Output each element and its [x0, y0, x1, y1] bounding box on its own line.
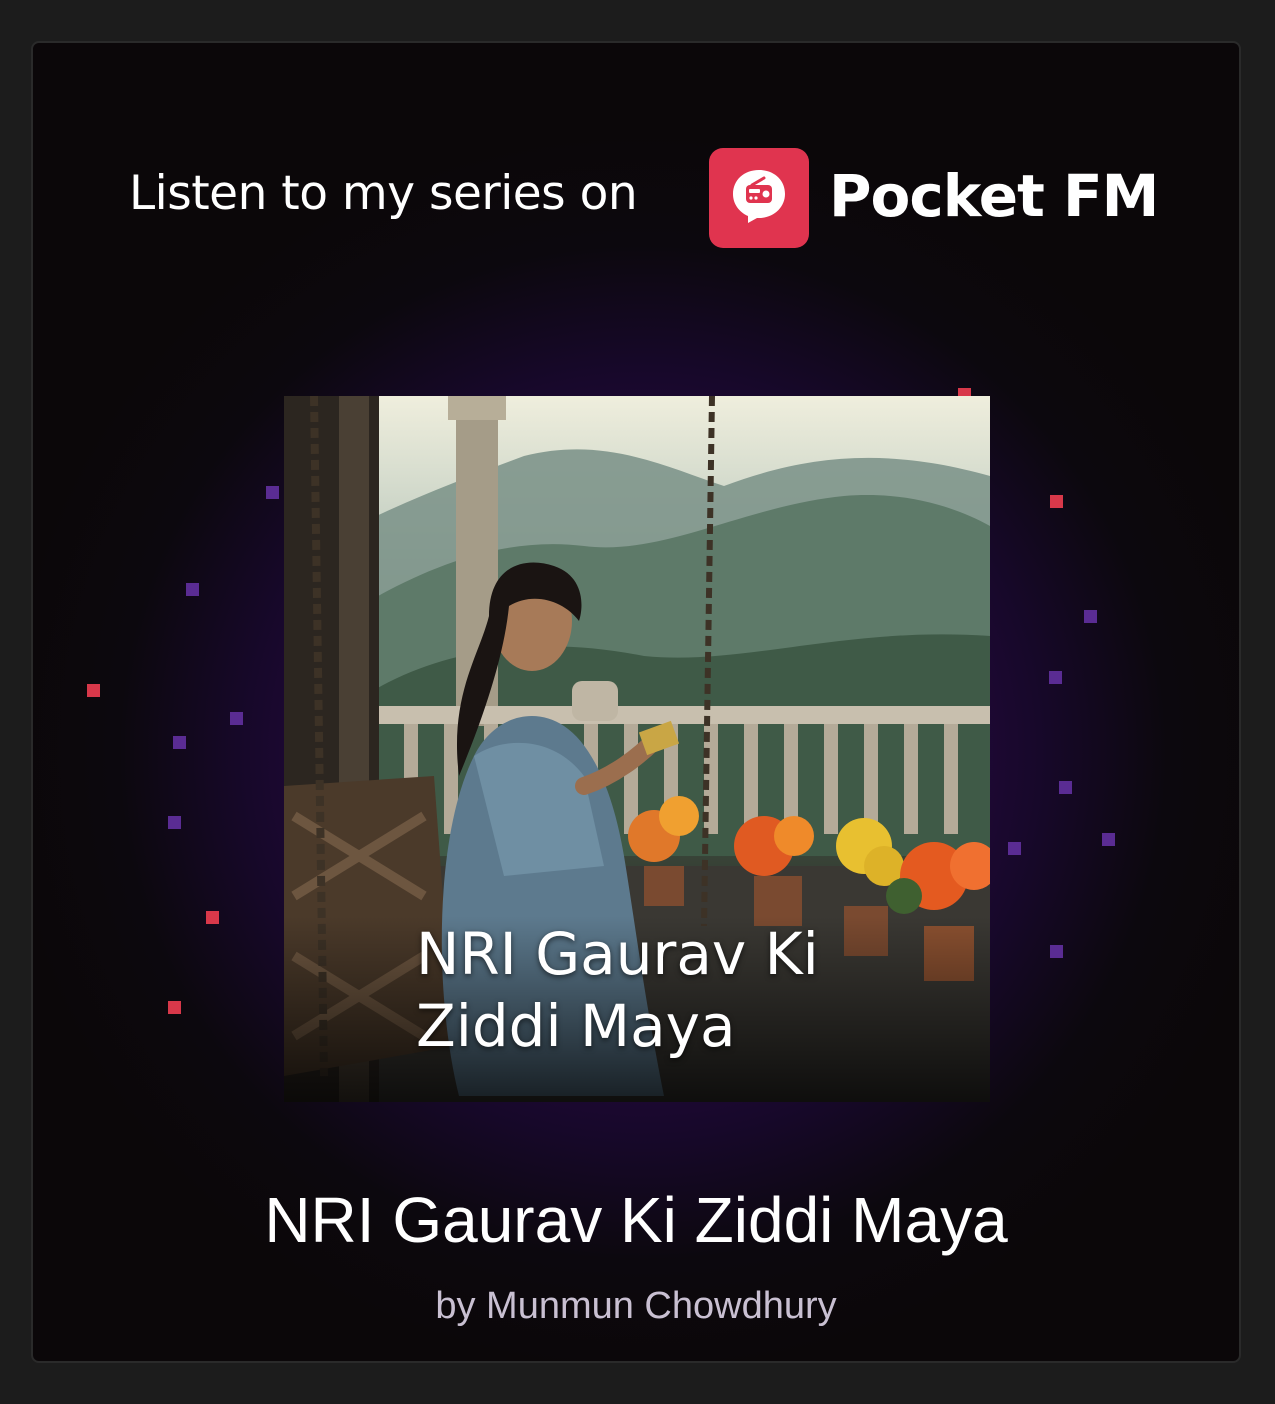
decor-pixel — [1059, 781, 1072, 794]
decor-pixel — [1049, 671, 1062, 684]
radio-speech-bubble-icon — [733, 170, 785, 223]
decor-pixel — [1084, 610, 1097, 623]
decor-pixel — [1102, 833, 1115, 846]
author-name: by Munmun Chowdhury — [435, 1285, 837, 1327]
decor-pixel — [266, 486, 279, 499]
decor-pixel — [87, 684, 100, 697]
header: Listen to my series on Pocket FM — [33, 148, 1239, 248]
decor-pixel — [1050, 495, 1063, 508]
decor-pixel — [186, 583, 199, 596]
cover-title: NRI Gaurav Ki Ziddi Maya — [416, 920, 819, 1060]
decor-pixel — [1050, 945, 1063, 958]
decor-pixel — [1008, 842, 1021, 855]
decor-pixel — [168, 816, 181, 829]
series-cover-art[interactable]: NRI Gaurav Ki Ziddi Maya — [284, 396, 990, 1102]
decor-pixel — [173, 736, 186, 749]
pocket-fm-logo[interactable] — [709, 148, 809, 248]
decor-pixel — [168, 1001, 181, 1014]
decor-pixel — [230, 712, 243, 725]
share-card: Listen to my series on Pocket FM NRI Gau… — [31, 41, 1241, 1363]
decor-pixel — [206, 911, 219, 924]
series-title[interactable]: NRI Gaurav Ki Ziddi Maya — [33, 1183, 1239, 1257]
brand-name[interactable]: Pocket FM — [829, 162, 1159, 230]
header-text: Listen to my series on — [129, 166, 638, 221]
